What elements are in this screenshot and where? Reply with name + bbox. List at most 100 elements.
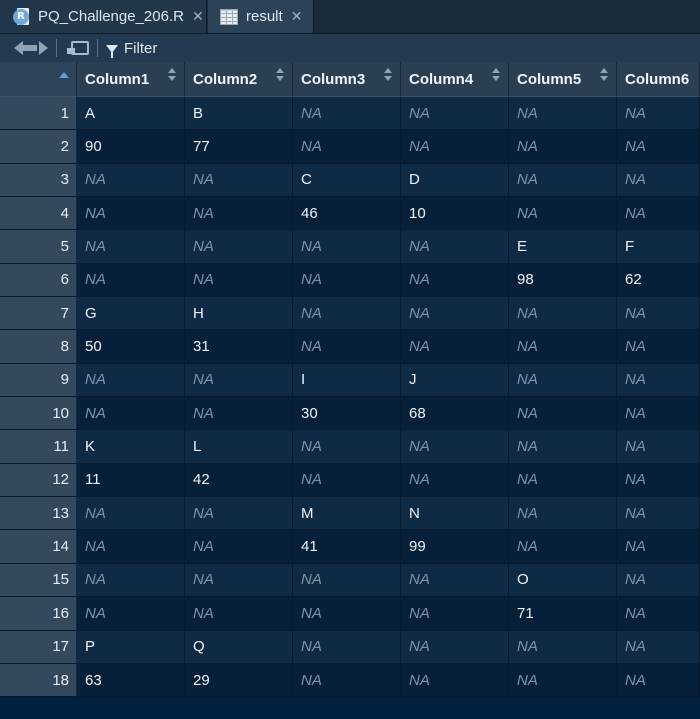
table-cell[interactable]: NA xyxy=(293,130,401,164)
column-header-2[interactable]: Column2 xyxy=(185,62,293,97)
table-cell[interactable]: 41 xyxy=(293,530,401,564)
table-row[interactable]: 1 A B NA NA NA NA xyxy=(0,97,700,131)
table-row[interactable]: 7 G H NA NA NA NA xyxy=(0,297,700,331)
table-cell[interactable]: NA xyxy=(401,630,509,664)
table-row[interactable]: 11 K L NA NA NA NA xyxy=(0,430,700,464)
table-cell[interactable]: 62 xyxy=(617,263,700,298)
table-row[interactable]: 3 NA NA C D NA NA xyxy=(0,163,700,198)
table-cell[interactable]: 29 xyxy=(185,663,293,698)
table-cell[interactable]: NA xyxy=(617,130,700,164)
table-row[interactable]: 16 NA NA NA NA 71 NA xyxy=(0,597,700,631)
table-cell[interactable]: NA xyxy=(509,463,617,498)
table-cell[interactable]: NA xyxy=(185,163,293,198)
sort-icon[interactable] xyxy=(600,68,608,86)
table-cell[interactable]: A xyxy=(77,97,185,131)
table-cell[interactable]: NA xyxy=(509,97,617,131)
table-row[interactable]: 4 NA NA 46 10 NA NA xyxy=(0,197,700,231)
table-cell[interactable]: 99 xyxy=(401,530,509,564)
table-cell[interactable]: NA xyxy=(617,330,700,364)
table-row[interactable]: 8 50 31 NA NA NA NA xyxy=(0,330,700,364)
table-cell[interactable]: 68 xyxy=(401,397,509,431)
table-cell[interactable]: 30 xyxy=(293,397,401,431)
table-cell[interactable]: NA xyxy=(617,663,700,698)
table-cell[interactable]: NA xyxy=(185,497,293,531)
sort-icon[interactable] xyxy=(168,68,176,86)
table-cell[interactable]: M xyxy=(293,497,401,531)
table-cell[interactable]: NA xyxy=(293,430,401,464)
table-cell[interactable]: NA xyxy=(509,163,617,198)
table-cell[interactable]: NA xyxy=(509,497,617,531)
table-cell[interactable]: E xyxy=(509,230,617,264)
table-row[interactable]: 9 NA NA I J NA NA xyxy=(0,363,700,398)
table-cell[interactable]: NA xyxy=(293,263,401,298)
table-cell[interactable]: NA xyxy=(509,663,617,698)
table-cell[interactable]: 46 xyxy=(293,197,401,231)
table-cell[interactable]: NA xyxy=(401,597,509,631)
column-header-3[interactable]: Column3 xyxy=(293,62,401,97)
table-cell[interactable]: NA xyxy=(293,230,401,264)
table-cell[interactable]: 98 xyxy=(509,263,617,298)
table-cell[interactable]: NA xyxy=(77,163,185,198)
filter-button[interactable]: Filter xyxy=(106,34,157,62)
table-cell[interactable]: NA xyxy=(77,597,185,631)
table-cell[interactable]: 11 xyxy=(77,463,185,498)
table-cell[interactable]: F xyxy=(617,230,700,264)
table-cell[interactable]: NA xyxy=(293,97,401,131)
table-cell[interactable]: NA xyxy=(509,397,617,431)
table-cell[interactable]: O xyxy=(509,563,617,598)
forward-button[interactable] xyxy=(30,34,48,62)
table-cell[interactable]: NA xyxy=(617,530,700,564)
table-cell[interactable]: NA xyxy=(509,530,617,564)
table-cell[interactable]: G xyxy=(77,297,185,331)
table-cell[interactable]: NA xyxy=(293,563,401,598)
table-cell[interactable]: NA xyxy=(185,397,293,431)
table-cell[interactable]: NA xyxy=(293,663,401,698)
table-cell[interactable]: N xyxy=(401,497,509,531)
table-cell[interactable]: NA xyxy=(401,297,509,331)
table-cell[interactable]: 63 xyxy=(77,663,185,698)
table-cell[interactable]: NA xyxy=(77,363,185,398)
table-cell[interactable]: NA xyxy=(77,230,185,264)
table-cell[interactable]: H xyxy=(185,297,293,331)
table-cell[interactable]: NA xyxy=(509,130,617,164)
table-cell[interactable]: J xyxy=(401,363,509,398)
popout-button[interactable] xyxy=(67,34,89,62)
sort-icon[interactable] xyxy=(384,68,392,86)
table-cell[interactable]: NA xyxy=(401,130,509,164)
column-header-1[interactable]: Column1 xyxy=(77,62,185,97)
table-row[interactable]: 2 90 77 NA NA NA NA xyxy=(0,130,700,164)
table-cell[interactable]: NA xyxy=(185,363,293,398)
table-cell[interactable]: NA xyxy=(293,463,401,498)
table-cell[interactable]: 10 xyxy=(401,197,509,231)
table-cell[interactable]: NA xyxy=(185,597,293,631)
table-row[interactable]: 10 NA NA 30 68 NA NA xyxy=(0,397,700,431)
table-row[interactable]: 14 NA NA 41 99 NA NA xyxy=(0,530,700,564)
table-row[interactable]: 15 NA NA NA NA O NA xyxy=(0,563,700,598)
row-number-header[interactable] xyxy=(0,62,77,97)
table-row[interactable]: 12 11 42 NA NA NA NA xyxy=(0,463,700,498)
table-cell[interactable]: NA xyxy=(401,563,509,598)
column-header-5[interactable]: Column5 xyxy=(509,62,617,97)
table-cell[interactable]: D xyxy=(401,163,509,198)
table-cell[interactable]: 90 xyxy=(77,130,185,164)
table-cell[interactable]: NA xyxy=(401,97,509,131)
back-button[interactable] xyxy=(0,34,30,62)
table-cell[interactable]: NA xyxy=(185,230,293,264)
table-row[interactable]: 13 NA NA M N NA NA xyxy=(0,497,700,531)
tab-script[interactable]: R PQ_Challenge_206.R ✕ xyxy=(0,0,207,33)
table-cell[interactable]: NA xyxy=(401,230,509,264)
table-row[interactable]: 6 NA NA NA NA 98 62 xyxy=(0,263,700,298)
table-cell[interactable]: NA xyxy=(617,297,700,331)
table-cell[interactable]: NA xyxy=(509,363,617,398)
table-cell[interactable]: NA xyxy=(293,297,401,331)
column-header-4[interactable]: Column4 xyxy=(401,62,509,97)
table-cell[interactable]: NA xyxy=(185,563,293,598)
table-cell[interactable]: NA xyxy=(617,597,700,631)
tab-result[interactable]: result ✕ xyxy=(208,0,314,33)
table-cell[interactable]: NA xyxy=(77,530,185,564)
table-cell[interactable]: P xyxy=(77,630,185,664)
table-cell[interactable]: NA xyxy=(509,630,617,664)
table-cell[interactable]: NA xyxy=(617,363,700,398)
table-cell[interactable]: NA xyxy=(401,430,509,464)
table-cell[interactable]: NA xyxy=(293,330,401,364)
